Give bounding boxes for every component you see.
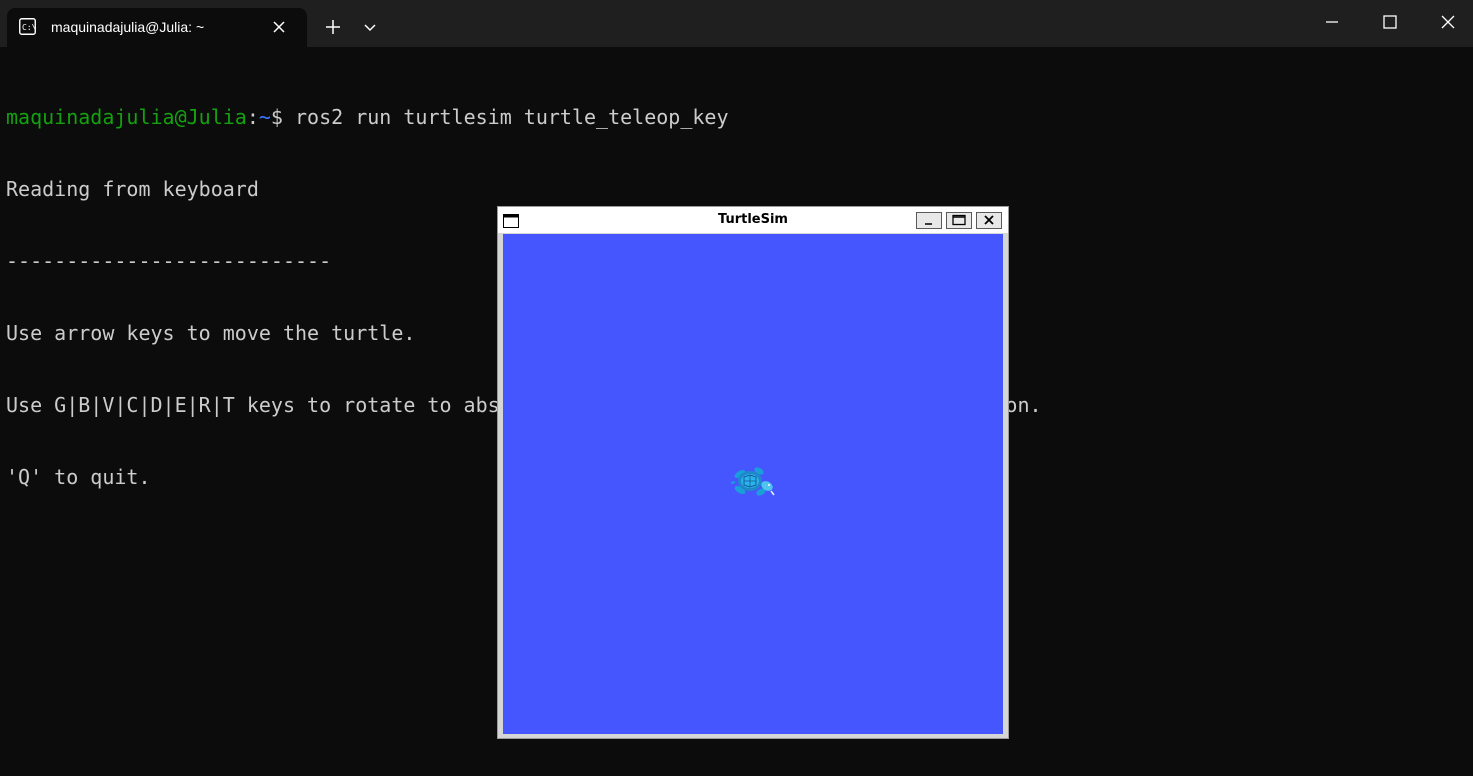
maximize-icon[interactable] — [1376, 8, 1404, 36]
turtlesim-canvas[interactable] — [503, 234, 1003, 734]
output-line: Reading from keyboard — [6, 177, 259, 201]
turtlesim-titlebar[interactable]: TurtleSim — [498, 207, 1008, 233]
new-tab-icon[interactable] — [322, 16, 344, 38]
terminal-icon: C:\ — [19, 18, 37, 35]
chevron-down-icon[interactable] — [360, 17, 380, 37]
prompt-user: maquinadajulia@Julia — [6, 105, 247, 129]
turtlesim-window: TurtleSim — [497, 206, 1009, 739]
close-icon[interactable] — [1434, 8, 1462, 36]
turtlesim-close-icon[interactable] — [976, 212, 1002, 229]
turtle-icon — [730, 464, 777, 500]
turtlesim-maximize-icon[interactable] — [946, 212, 972, 229]
turtlesim-minimize-icon[interactable] — [916, 212, 942, 229]
command-line: maquinadajulia@Julia:~$ ros2 run turtles… — [6, 105, 1042, 129]
terminal-tab[interactable]: C:\ maquinadajulia@Julia: ~ — [7, 8, 307, 47]
minimize-icon[interactable] — [1318, 8, 1346, 36]
prompt-path: ~ — [258, 105, 271, 129]
prompt-symbol: $ — [270, 105, 296, 129]
tab-title: maquinadajulia@Julia: ~ — [51, 19, 205, 35]
tab-close-icon[interactable] — [270, 18, 288, 36]
svg-text:C:\: C:\ — [22, 23, 36, 32]
prompt-colon: : — [246, 105, 259, 129]
window-titlebar: C:\ maquinadajulia@Julia: ~ — [0, 0, 1473, 47]
command-text: ros2 run turtlesim turtle_teleop_key — [295, 105, 729, 129]
